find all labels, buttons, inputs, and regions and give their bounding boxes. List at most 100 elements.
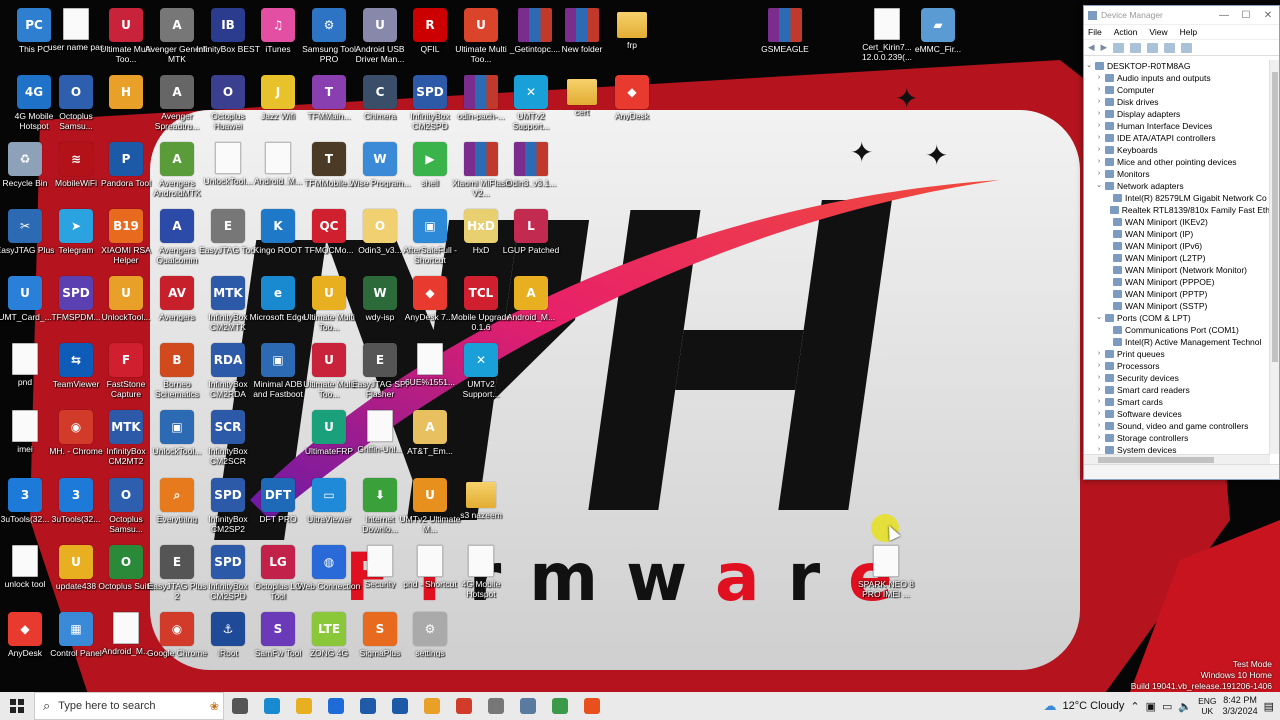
desktop-icon[interactable]: Odin3_v3.1... [498, 139, 564, 205]
desktop-icon[interactable]: A Android_M... [498, 273, 564, 339]
taskbar-task-view-button[interactable] [224, 692, 256, 720]
clock[interactable]: 8:42 PM 3/3/2024 [1223, 695, 1258, 717]
tray-app-icon[interactable]: ▣ [1146, 700, 1156, 713]
expand-caret-icon[interactable]: › [1094, 408, 1104, 420]
tree-category[interactable]: › Display adapters [1084, 108, 1270, 120]
vertical-scrollbar[interactable] [1269, 60, 1279, 454]
expand-caret-icon[interactable]: › [1094, 108, 1104, 120]
tree-device[interactable]: WAN Miniport (IKEv2) [1084, 216, 1270, 228]
collapse-caret-icon[interactable]: ⌄ [1094, 180, 1104, 192]
view-icon[interactable] [1164, 42, 1176, 53]
collapse-caret-icon[interactable]: ⌄ [1084, 60, 1094, 72]
tree-device[interactable]: Communications Port (COM1) [1084, 324, 1270, 336]
tree-category[interactable]: ⌄ Ports (COM & LPT) [1084, 312, 1270, 324]
tree-device[interactable]: WAN Miniport (PPTP) [1084, 288, 1270, 300]
menu-help[interactable]: Help [1180, 27, 1197, 37]
collapse-caret-icon[interactable]: ⌄ [1094, 312, 1104, 324]
weather-widget[interactable]: ☁ 12°C Cloudy [1044, 698, 1125, 714]
tree-category[interactable]: › Audio inputs and outputs [1084, 72, 1270, 84]
network-icon[interactable]: ▭ [1162, 700, 1172, 713]
start-button[interactable] [0, 692, 34, 720]
tree-category[interactable]: › Disk drives [1084, 96, 1270, 108]
tree-category[interactable]: › Keyboards [1084, 144, 1270, 156]
menu-view[interactable]: View [1149, 27, 1167, 37]
volume-icon[interactable]: 🔈 [1178, 700, 1192, 713]
taskbar-mail-button[interactable] [320, 692, 352, 720]
expand-caret-icon[interactable]: › [1094, 156, 1104, 168]
desktop-icon[interactable]: ▰ eMMC_Fir... [905, 5, 971, 71]
desktop-icon[interactable]: SCR InfinityBox CM2SCR [195, 407, 261, 473]
tree-category[interactable]: › Sound, video and game controllers [1084, 420, 1270, 432]
expand-caret-icon[interactable]: › [1094, 144, 1104, 156]
minimize-icon[interactable]: — [1213, 10, 1235, 21]
taskbar-app-red-button[interactable] [576, 692, 608, 720]
desktop-icon[interactable]: 4G Mobile Hotspot [448, 542, 514, 608]
menu-action[interactable]: Action [1114, 27, 1138, 37]
forward-icon[interactable]: ▶ [1101, 42, 1108, 53]
desktop-icon[interactable]: frp [599, 5, 665, 71]
tree-device[interactable]: WAN Miniport (SSTP) [1084, 300, 1270, 312]
tree-device[interactable]: WAN Miniport (L2TP) [1084, 252, 1270, 264]
expand-caret-icon[interactable]: › [1094, 360, 1104, 372]
tree-device[interactable]: WAN Miniport (IP) [1084, 228, 1270, 240]
tree-device[interactable]: Intel(R) 82579LM Gigabit Network Co [1084, 192, 1270, 204]
desktop-icon[interactable]: SPARK NEO 8 PRO IMEI ... [853, 542, 919, 608]
tree-category[interactable]: › Storage controllers [1084, 432, 1270, 444]
taskbar-file-explorer-button[interactable] [288, 692, 320, 720]
expand-caret-icon[interactable]: › [1094, 84, 1104, 96]
desktop-icon[interactable]: ✕ UMTv2 Support... [448, 340, 514, 406]
tree-root[interactable]: ⌄ DESKTOP-R0TM8AG [1084, 60, 1270, 72]
chevron-up-icon[interactable]: ⌃ [1130, 700, 1139, 713]
taskbar-app-gray-button[interactable] [480, 692, 512, 720]
tree-category[interactable]: › Human Interface Devices [1084, 120, 1270, 132]
tree-category[interactable]: ⌄ Network adapters [1084, 180, 1270, 192]
expand-caret-icon[interactable]: › [1094, 132, 1104, 144]
device-manager-titlebar[interactable]: Device Manager — ☐ ✕ [1084, 6, 1279, 25]
tree-device[interactable]: WAN Miniport (Network Monitor) [1084, 264, 1270, 276]
desktop-icon[interactable]: GSMEAGLE [752, 5, 818, 71]
tree-category[interactable]: › Computer [1084, 84, 1270, 96]
expand-caret-icon[interactable]: › [1094, 372, 1104, 384]
tree-category[interactable]: › Smart cards [1084, 396, 1270, 408]
tree-category[interactable]: › Mice and other pointing devices [1084, 156, 1270, 168]
tree-device[interactable]: WAN Miniport (IPv6) [1084, 240, 1270, 252]
taskbar-app-green-button[interactable] [544, 692, 576, 720]
menu-file[interactable]: File [1088, 27, 1102, 37]
tree-device[interactable]: WAN Miniport (PPPOE) [1084, 276, 1270, 288]
desktop-icon[interactable]: s3 nazeem [448, 475, 514, 541]
tree-device[interactable]: Intel(R) Active Management Technol [1084, 336, 1270, 348]
expand-caret-icon[interactable]: › [1094, 96, 1104, 108]
tree-category[interactable]: › Software devices [1084, 408, 1270, 420]
expand-caret-icon[interactable]: › [1094, 432, 1104, 444]
expand-caret-icon[interactable]: › [1094, 420, 1104, 432]
expand-caret-icon[interactable]: › [1094, 396, 1104, 408]
expand-caret-icon[interactable]: › [1094, 120, 1104, 132]
horizontal-scrollbar[interactable] [1084, 454, 1270, 464]
taskbar-chrome-button[interactable] [448, 692, 480, 720]
device-tree[interactable]: ⌄ DESKTOP-R0TM8AG › Audio inputs and outp… [1084, 60, 1270, 454]
expand-caret-icon[interactable]: › [1094, 444, 1104, 454]
tree-category[interactable]: › Smart card readers [1084, 384, 1270, 396]
taskbar-app-blue-button[interactable] [352, 692, 384, 720]
taskbar-edge-button[interactable] [256, 692, 288, 720]
tree-device[interactable]: Realtek RTL8139/810x Family Fast Eth [1084, 204, 1270, 216]
device-manager-window[interactable]: Device Manager — ☐ ✕ File Action View He… [1083, 5, 1280, 480]
expand-caret-icon[interactable]: › [1094, 384, 1104, 396]
language-indicator[interactable]: ENG UK [1198, 696, 1216, 716]
tree-category[interactable]: › Print queues [1084, 348, 1270, 360]
desktop-icon[interactable]: ◆ AnyDesk [599, 72, 665, 138]
taskbar-pandora-button[interactable] [384, 692, 416, 720]
desktop-icon[interactable]: ⚙ settings [397, 609, 463, 675]
expand-caret-icon[interactable]: › [1094, 168, 1104, 180]
expand-caret-icon[interactable]: › [1094, 72, 1104, 84]
show-hide-tree-icon[interactable] [1130, 42, 1142, 53]
tree-category[interactable]: › Processors [1084, 360, 1270, 372]
taskbar-app-window-button[interactable] [512, 692, 544, 720]
scan-hardware-icon[interactable] [1181, 42, 1193, 53]
notification-icon[interactable]: ▤ [1264, 700, 1274, 713]
tree-category[interactable]: › Monitors [1084, 168, 1270, 180]
taskbar-search-box[interactable]: ⌕ Type here to search ❀ [34, 692, 224, 720]
close-icon[interactable]: ✕ [1257, 10, 1279, 21]
back-icon[interactable]: ◀ [1088, 42, 1095, 53]
desktop-icon[interactable]: A AT&T_Em... [397, 407, 463, 473]
